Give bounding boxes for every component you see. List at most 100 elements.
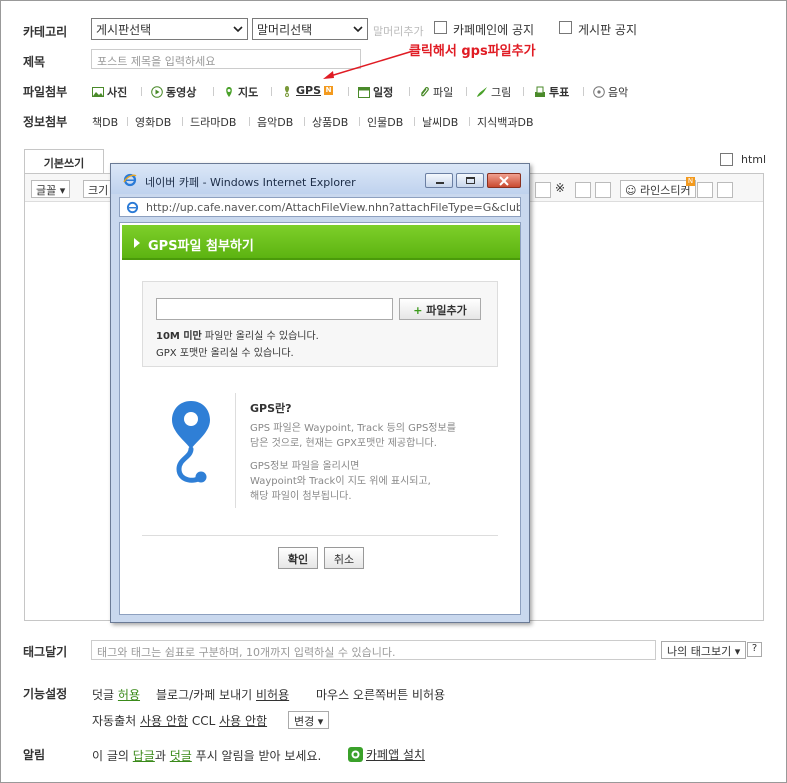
new-badge: N bbox=[324, 86, 334, 95]
ballot-box-icon bbox=[535, 86, 545, 97]
change-button[interactable]: 변경 ▾ bbox=[288, 711, 330, 729]
attach-vote-label: 투표 bbox=[549, 86, 570, 99]
html-checkbox[interactable] bbox=[720, 153, 733, 166]
gps-desc-line: Waypoint와 Track이 지도 위에 표시되고, bbox=[250, 476, 431, 487]
attach-drawing[interactable]: 그림 bbox=[476, 84, 511, 100]
head-select-value: 말머리선택 bbox=[257, 23, 313, 37]
attach-gps[interactable]: GPS N bbox=[281, 84, 334, 97]
head-add-link[interactable]: 말머리추가 bbox=[373, 23, 424, 39]
chevron-down-icon bbox=[353, 26, 363, 33]
ccl-link[interactable]: 사용 안함 bbox=[219, 714, 267, 728]
blog-send-setting: 블로그/카페 보내기 비허용 bbox=[156, 686, 289, 703]
db-encyclopedia[interactable]: 지식백과DB bbox=[477, 114, 534, 130]
cafe-app-link: 카페앱 설치 bbox=[366, 748, 426, 762]
attach-schedule[interactable]: 일정 bbox=[358, 84, 393, 100]
attach-file[interactable]: 파일 bbox=[418, 84, 453, 100]
special-char-icon[interactable]: ※ bbox=[555, 181, 571, 197]
my-tags-button[interactable]: 나의 태그보기 ▾ bbox=[661, 641, 747, 659]
gps-desc-line: 담은 것으로, 현재는 GPX포맷만 제공합니다. bbox=[250, 438, 437, 449]
attach-file-label: 파일 bbox=[433, 86, 454, 99]
blog-send-link[interactable]: 비허용 bbox=[256, 688, 289, 702]
line-sticker-button[interactable]: ☺ 라인스티커 bbox=[620, 180, 696, 198]
quote-icon[interactable] bbox=[575, 182, 591, 198]
photo-icon bbox=[92, 87, 104, 97]
db-person[interactable]: 인물DB bbox=[367, 114, 403, 130]
change-label: 변경 bbox=[294, 715, 315, 728]
popup-header-title: GPS파일 첨부하기 bbox=[148, 239, 254, 254]
attach-music-label: 음악 bbox=[608, 86, 629, 99]
file-path-input[interactable] bbox=[156, 298, 393, 320]
size-limit-note: 10M 미만 파일만 올리실 수 있습니다. bbox=[156, 327, 319, 342]
html-label: html bbox=[741, 153, 767, 166]
calendar-icon bbox=[358, 87, 370, 98]
gps-heading: GPS란? bbox=[250, 402, 292, 415]
attach-gps-label: GPS bbox=[296, 84, 322, 97]
attach-photo[interactable]: 사진 bbox=[92, 84, 127, 100]
size-button[interactable]: 크기 bbox=[83, 180, 114, 198]
chevron-down-icon bbox=[233, 26, 243, 33]
add-file-button[interactable]: + 파일추가 bbox=[399, 298, 481, 320]
board-select[interactable]: 게시판선택 bbox=[91, 18, 248, 40]
tags-input[interactable]: 태그와 태그는 쉼표로 구분하며, 10개까지 입력하실 수 있습니다. bbox=[91, 640, 656, 660]
address-text: http://up.cafe.naver.com/AttachFileView.… bbox=[146, 201, 521, 214]
annotation-arrow-icon bbox=[323, 50, 414, 79]
auto-source-link[interactable]: 사용 안함 bbox=[140, 714, 188, 728]
minimize-icon bbox=[436, 182, 444, 184]
category-label: 카테고리 bbox=[23, 25, 68, 39]
attach-video[interactable]: 동영상 bbox=[151, 84, 196, 100]
table-icon[interactable] bbox=[535, 182, 551, 198]
db-product[interactable]: 상품DB bbox=[312, 114, 348, 130]
gps-desc-line: GPS 파일은 Waypoint, Track 등의 GPS정보를 bbox=[250, 423, 456, 434]
size-limit-bold: 10M 미만 bbox=[156, 331, 202, 342]
db-drama[interactable]: 드라마DB bbox=[190, 114, 236, 130]
board-select-value: 게시판선택 bbox=[96, 23, 152, 37]
font-button-label: 글꼴 bbox=[36, 184, 57, 197]
alarm-reply-link[interactable]: 답글 bbox=[133, 749, 155, 763]
maximize-button[interactable] bbox=[456, 173, 484, 188]
help-button[interactable]: ? bbox=[747, 642, 762, 657]
alarm-and: 과 bbox=[154, 749, 166, 763]
brush-icon bbox=[477, 87, 487, 97]
close-button[interactable] bbox=[487, 173, 521, 188]
db-movie[interactable]: 영화DB bbox=[135, 114, 171, 130]
spell-icon[interactable] bbox=[595, 182, 611, 198]
sticker-new-badge: N bbox=[686, 177, 695, 186]
cafe-main-notice-checkbox[interactable] bbox=[434, 21, 447, 34]
cancel-button[interactable]: 취소 bbox=[324, 547, 364, 569]
minimize-button[interactable] bbox=[425, 173, 453, 188]
attach-map[interactable]: 지도 bbox=[223, 84, 258, 100]
maximize-icon bbox=[466, 177, 475, 184]
font-button[interactable]: 글꼴 ▾ bbox=[31, 180, 71, 198]
image-editor-icon[interactable] bbox=[697, 182, 713, 198]
db-book[interactable]: 책DB bbox=[92, 114, 118, 130]
gps-desc-line: 해당 파일이 첨부됩니다. bbox=[250, 491, 352, 502]
gps-attach-popup-window: 네이버 카페 - Windows Internet Explorer http:… bbox=[110, 163, 530, 623]
board-notice-checkbox[interactable] bbox=[559, 21, 572, 34]
comment-setting: 덧글 허용 bbox=[92, 686, 140, 703]
write-form: 카테고리 게시판선택 말머리선택 말머리추가 카페메인에 공지 게시판 공지 제… bbox=[0, 0, 787, 783]
title-label: 제목 bbox=[23, 55, 46, 69]
comment-allow-link[interactable]: 허용 bbox=[118, 688, 140, 702]
popup-titlebar[interactable]: 네이버 카페 - Windows Internet Explorer bbox=[111, 164, 529, 194]
attach-schedule-label: 일정 bbox=[373, 86, 394, 99]
confirm-button[interactable]: 확인 bbox=[278, 547, 318, 569]
close-icon bbox=[499, 176, 509, 186]
db-weather[interactable]: 날씨DB bbox=[422, 114, 458, 130]
template-icon[interactable] bbox=[717, 182, 733, 198]
attach-vote[interactable]: 투표 bbox=[534, 84, 569, 100]
ie-page-icon bbox=[126, 201, 139, 214]
cafe-main-notice-label: 카페메인에 공지 bbox=[453, 23, 535, 37]
cafe-app-install[interactable]: 카페앱 설치 bbox=[348, 746, 425, 763]
alarm-comment-link[interactable]: 덧글 bbox=[170, 749, 192, 763]
auto-source-label: 자동출처 bbox=[92, 714, 137, 728]
attach-video-label: 동영상 bbox=[166, 86, 197, 99]
head-select[interactable]: 말머리선택 bbox=[252, 18, 368, 40]
tab-basic-write[interactable]: 기본쓰기 bbox=[24, 149, 104, 173]
popup-header: GPS파일 첨부하기 bbox=[122, 225, 520, 260]
comment-label: 덧글 bbox=[92, 688, 115, 702]
db-music[interactable]: 음악DB bbox=[257, 114, 293, 130]
attach-music[interactable]: 음악 bbox=[593, 84, 628, 100]
annotation-text: 클릭해서 gps파일추가 bbox=[409, 44, 536, 59]
gps-desc-line: GPS정보 파일을 올리시면 bbox=[250, 461, 360, 472]
address-bar[interactable]: http://up.cafe.naver.com/AttachFileView.… bbox=[119, 197, 521, 217]
